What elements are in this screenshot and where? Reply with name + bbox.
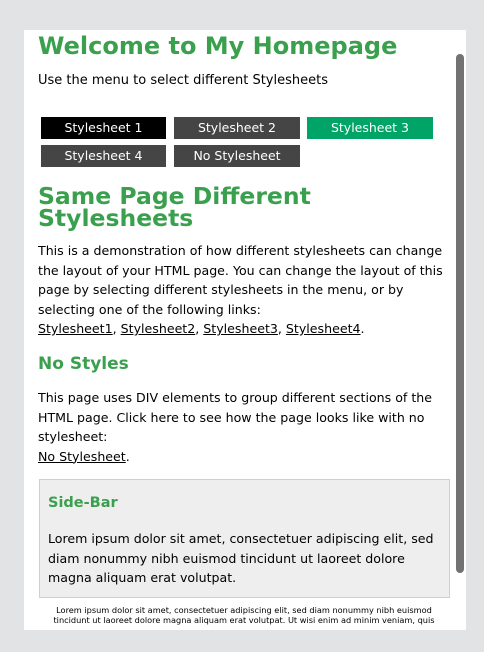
menu-item-stylesheet-3[interactable]: Stylesheet 3 <box>307 117 433 139</box>
link-separator: , <box>277 321 286 336</box>
intro-paragraph-text: This is a demonstration of how different… <box>38 243 443 317</box>
link-stylesheet-2[interactable]: Stylesheet2 <box>121 321 196 336</box>
section-text-no-styles: This page uses DIV elements to group dif… <box>38 388 450 466</box>
side-bar-text: Lorem ipsum dolor sit amet, consectetuer… <box>48 531 434 585</box>
footer-text: Lorem ipsum dolor sit amet, consectetuer… <box>53 605 435 625</box>
link-no-stylesheet[interactable]: No Stylesheet <box>38 449 126 464</box>
section-text-different-stylesheets: This is a demonstration of how different… <box>38 241 450 339</box>
side-bar-title: Side-Bar <box>48 495 118 511</box>
no-styles-paragraph-text: This page uses DIV elements to group dif… <box>38 390 433 444</box>
section-heading-no-styles: No Styles <box>38 354 129 374</box>
link-stylesheet-3[interactable]: Stylesheet3 <box>203 321 278 336</box>
link-stylesheet-4[interactable]: Stylesheet4 <box>286 321 361 336</box>
link-stylesheet-1[interactable]: Stylesheet1 <box>38 321 113 336</box>
link-period: . <box>360 321 365 336</box>
link-separator: , <box>112 321 121 336</box>
page-subtitle: Use the menu to select different Stylesh… <box>38 73 328 88</box>
browser-viewport: Welcome to My Homepage Use the menu to s… <box>24 30 466 630</box>
section-heading-different-stylesheets: Same Page Different Stylesheets <box>38 182 311 232</box>
menu-item-stylesheet-1[interactable]: Stylesheet 1 <box>41 117 166 139</box>
link-period: . <box>125 448 130 464</box>
menu-item-stylesheet-2[interactable]: Stylesheet 2 <box>174 117 300 139</box>
menu-item-no-stylesheet[interactable]: No Stylesheet <box>174 145 300 167</box>
page-title: Welcome to My Homepage <box>38 32 398 60</box>
vertical-scrollbar[interactable] <box>456 54 464 573</box>
side-bar: Side-Bar Lorem ipsum dolor sit amet, con… <box>39 479 450 598</box>
menu-item-stylesheet-4[interactable]: Stylesheet 4 <box>41 145 166 167</box>
